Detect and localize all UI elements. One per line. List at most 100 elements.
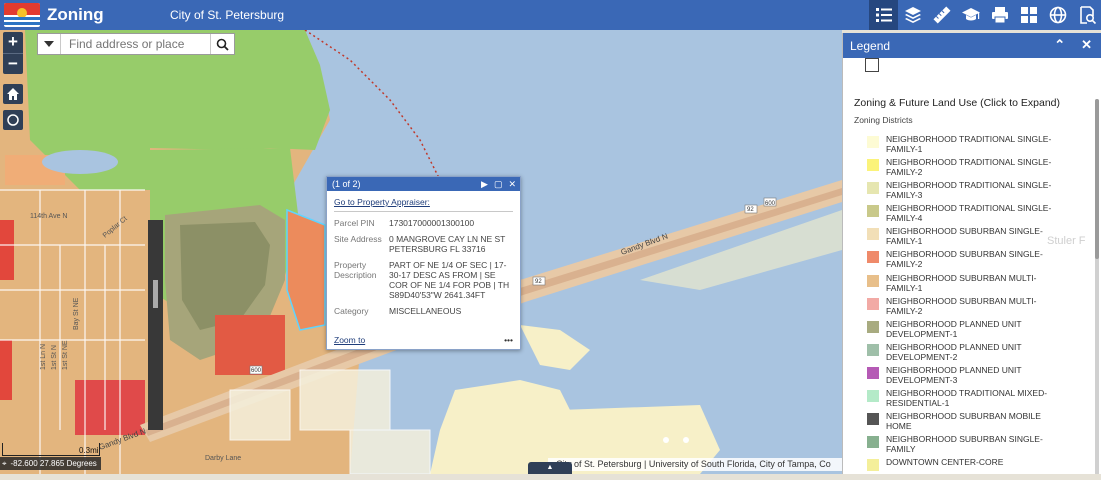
popup-field: Site Address 0 MANGROVE CAY LN NE ST PET… (334, 234, 513, 254)
next-feature-icon[interactable]: ▶ (481, 177, 488, 191)
expand-panel-button[interactable]: ▲ (528, 462, 572, 474)
legend-item: NEIGHBORHOOD TRADITIONAL SINGLE-FAMILY-4 (867, 203, 1067, 226)
legend-label: NEIGHBORHOOD TRADITIONAL SINGLE-FAMILY-2 (886, 157, 1052, 178)
legend-header: Legend ⌃ ✕ (843, 33, 1101, 58)
popup-counter: (1 of 2) (332, 179, 361, 189)
road-label: Bay St NE (73, 297, 80, 330)
map-attribution: City of St. Petersburg | University of S… (548, 458, 842, 471)
legend-swatch (867, 297, 879, 310)
search-button[interactable] (210, 34, 234, 54)
legend-scrollbar-thumb[interactable] (1095, 99, 1099, 259)
legend-swatch (867, 390, 879, 403)
legend-label: NEIGHBORHOOD PLANNED UNIT DEVELOPMENT-2 (886, 341, 1022, 362)
legend-swatch (867, 320, 879, 333)
field-label: Site Address (334, 234, 382, 244)
feature-popup: (1 of 2) ▶ ▢ ✕ Go to Property Appraiser:… (326, 176, 521, 350)
legend-item: NEIGHBORHOOD PLANNED UNIT DEVELOPMENT-1 (867, 319, 1067, 342)
legend-swatch (867, 251, 879, 264)
coordinate-text: -82.600 27.865 Degrees (10, 459, 97, 468)
legend-item: NEIGHBORHOOD TRADITIONAL SINGLE-FAMILY-3 (867, 180, 1067, 203)
globe-icon[interactable] (1043, 0, 1072, 30)
popup-field: Property Description PART OF NE 1/4 OF S… (334, 260, 513, 300)
legend-item: NEIGHBORHOOD SUBURBAN MULTI-FAMILY-2 (867, 296, 1067, 319)
maximize-icon[interactable]: ▢ (494, 177, 503, 191)
legend-item: NEIGHBORHOOD SUBURBAN SINGLE-FAMILY-1 (867, 226, 1067, 249)
legend-label: NEIGHBORHOOD SUBURBAN MULTI-FAMILY-2 (886, 295, 1037, 316)
measure-ruler-icon[interactable] (927, 0, 956, 30)
locate-button[interactable] (3, 110, 23, 130)
legend-label: NEIGHBORHOOD PLANNED UNIT DEVELOPMENT-3 (886, 364, 1022, 385)
route-shield-label: 92 (535, 279, 542, 285)
popup-header: (1 of 2) ▶ ▢ ✕ (327, 177, 520, 191)
legend-list-icon[interactable] (869, 0, 898, 30)
road-label: 1st Ln N (40, 344, 47, 370)
locate-icon (7, 114, 19, 126)
legend-item: NEIGHBORHOOD PLANNED UNIT DEVELOPMENT-2 (867, 342, 1067, 365)
legend-label: NEIGHBORHOOD TRADITIONAL SINGLE-FAMILY-4 (886, 203, 1052, 224)
zoom-out-button[interactable]: − (3, 53, 23, 74)
city-logo-icon (4, 3, 40, 27)
crosshair-icon: ⌖ (2, 459, 7, 468)
legend-item: NEIGHBORHOOD TRADITIONAL SINGLE-FAMILY-2 (867, 157, 1067, 180)
popup-field: Category MISCELLANEOUS (334, 306, 513, 316)
legend-label: NEIGHBORHOOD SUBURBAN MOBILE HOME (886, 411, 1041, 432)
legend-label: NEIGHBORHOOD SUBURBAN MULTI-FAMILY-1 (886, 272, 1037, 293)
legend-label: NEIGHBORHOOD SUBURBAN SINGLE-FAMILY-2 (886, 249, 1043, 270)
query-search-icon[interactable] (1072, 0, 1101, 30)
app-header: Zoning City of St. Petersburg (0, 0, 1101, 30)
more-actions-button[interactable]: ••• (504, 335, 513, 345)
close-icon[interactable]: ✕ (508, 177, 516, 191)
search-icon (216, 38, 229, 51)
legend-swatch (867, 413, 879, 426)
field-value: PART OF NE 1/4 OF SEC | 17-30-17 DESC AS… (389, 260, 510, 300)
legend-checkbox[interactable] (865, 58, 879, 72)
legend-panel: Legend ⌃ ✕ Zoning & Future Land Use (Cli… (842, 33, 1101, 474)
toolbar (869, 0, 1101, 30)
legend-list: NEIGHBORHOOD TRADITIONAL SINGLE-FAMILY-1… (867, 134, 1067, 474)
legend-label: NEIGHBORHOOD PLANNED UNIT DEVELOPMENT-1 (886, 318, 1022, 339)
field-value: 173017000001300100 (389, 218, 475, 228)
search-widget (37, 33, 235, 55)
property-appraiser-link[interactable]: Go to Property Appraiser: (334, 197, 513, 207)
popup-divider (334, 211, 513, 212)
legend-swatch (867, 136, 879, 148)
graduation-cap-icon[interactable] (956, 0, 985, 30)
legend-label: NEIGHBORHOOD TRADITIONAL SINGLE-FAMILY-1 (886, 134, 1052, 154)
road-label: 1st St NE (62, 340, 69, 370)
legend-swatch (867, 205, 879, 218)
legend-swatch (867, 274, 879, 287)
popup-field: Parcel PIN 173017000001300100 (334, 218, 513, 228)
legend-swatch (867, 182, 879, 195)
layers-icon[interactable] (898, 0, 927, 30)
legend-swatch (867, 343, 879, 356)
legend-item: NEIGHBORHOOD TRADITIONAL SINGLE-FAMILY-1 (867, 134, 1067, 157)
print-icon[interactable] (985, 0, 1014, 30)
collapse-up-icon[interactable]: ⌃ (1054, 37, 1065, 53)
legend-swatch (867, 228, 879, 241)
legend-subtitle: Zoning Districts (854, 115, 913, 125)
home-button[interactable] (3, 84, 23, 104)
zoom-in-button[interactable]: + (3, 32, 23, 53)
legend-swatch (867, 459, 879, 472)
route-shield-label: 600 (251, 368, 262, 374)
zoom-to-link[interactable]: Zoom to (334, 335, 365, 345)
field-value: MISCELLANEOUS (389, 306, 462, 316)
legend-item: NEIGHBORHOOD SUBURBAN MOBILE HOME (867, 411, 1067, 434)
search-input[interactable] (62, 34, 210, 54)
legend-item: NEIGHBORHOOD TRADITIONAL MIXED-RESIDENTI… (867, 388, 1067, 411)
search-source-dropdown[interactable] (38, 34, 61, 54)
legend-item: NEIGHBORHOOD SUBURBAN SINGLE-FAMILY (867, 434, 1067, 457)
legend-swatch (867, 366, 879, 379)
field-label: Category (334, 306, 369, 316)
close-icon[interactable]: ✕ (1081, 37, 1092, 53)
legend-label: NEIGHBORHOOD SUBURBAN SINGLE-FAMILY (886, 434, 1043, 455)
legend-item: NEIGHBORHOOD SUBURBAN SINGLE-FAMILY-2 (867, 249, 1067, 272)
field-label: Parcel PIN (334, 218, 375, 228)
legend-label: NEIGHBORHOOD TRADITIONAL SINGLE-FAMILY-3 (886, 180, 1052, 201)
home-icon (7, 88, 19, 100)
org-title: City of St. Petersburg (170, 8, 285, 22)
basemap-gallery-icon[interactable] (1014, 0, 1043, 30)
legend-layer-title[interactable]: Zoning & Future Land Use (Click to Expan… (854, 97, 1060, 109)
coordinate-readout: ⌖ -82.600 27.865 Degrees (0, 457, 101, 470)
field-value: 0 MANGROVE CAY LN NE ST PETERSBURG FL 33… (389, 234, 506, 254)
